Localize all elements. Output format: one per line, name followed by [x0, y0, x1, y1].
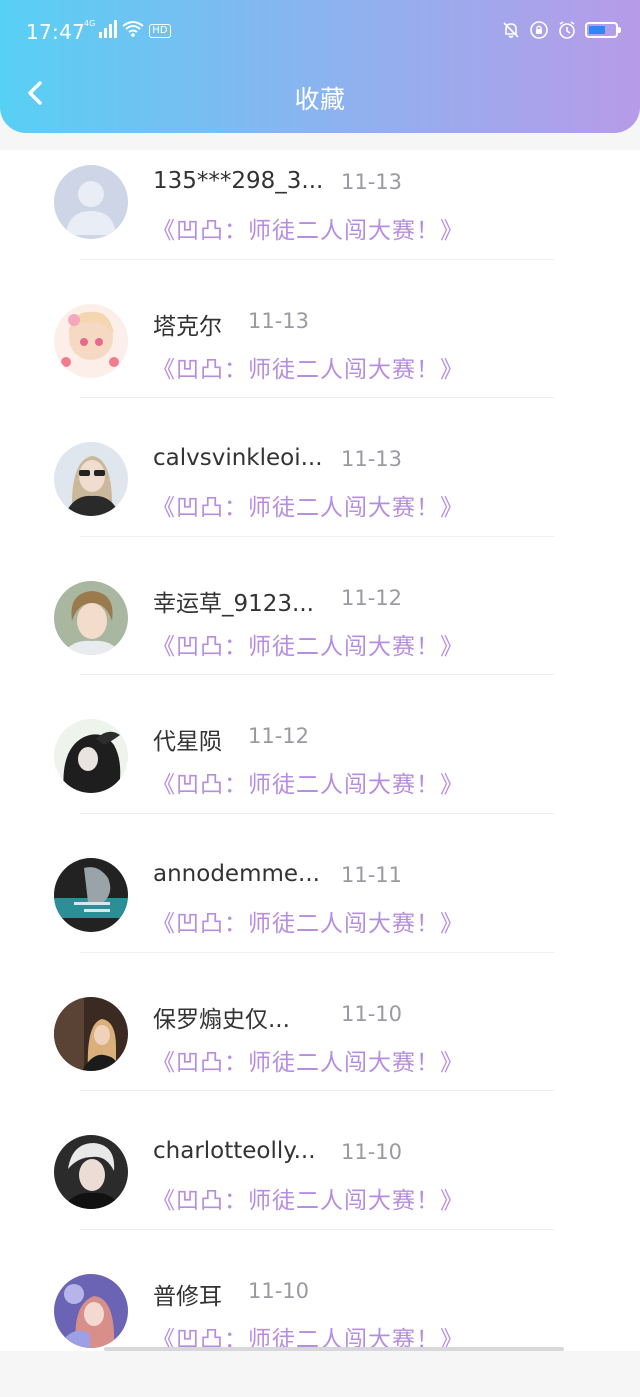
book-title: 《凹凸：师徒二人闯大赛！》: [152, 1188, 464, 1215]
list-item[interactable]: 保罗煽史仅... 11-10 《凹凸：师徒二人闯大赛！》: [0, 982, 640, 1121]
signal-icon: [99, 20, 118, 38]
avatar: [54, 996, 128, 1071]
network-indicator: 4G HD: [84, 20, 171, 38]
teal-anime-avatar-icon: [54, 857, 128, 932]
wifi-icon: [122, 21, 144, 37]
page-title: 收藏: [294, 85, 346, 114]
avatar: [54, 442, 128, 517]
user-name: 幸运草_9123...: [153, 590, 314, 617]
portrait-avatar-icon: [54, 1135, 128, 1210]
dark-anime-avatar-icon: [54, 719, 128, 794]
status-icons: [501, 20, 621, 40]
muted-bell-icon: [503, 22, 519, 38]
book-title: 《凹凸：师徒二人闯大赛！》: [152, 218, 464, 244]
avatar: [54, 1135, 128, 1210]
date-label: 11-12: [341, 585, 403, 610]
status-bar: 17:47 4G HD: [0, 0, 640, 64]
divider: [80, 535, 554, 537]
avatar: [54, 580, 128, 655]
list-item[interactable]: 幸运草_9123... 11-12 《凹凸：师徒二人闯大赛！》: [0, 566, 640, 705]
divider: [80, 397, 554, 399]
date-label: 11-13: [248, 308, 310, 333]
date-label: 11-10: [341, 1001, 403, 1026]
list-item[interactable]: annodemme... 11-11 《凹凸：师徒二人闯大赛！》: [0, 843, 640, 982]
list-item[interactable]: 塔克尔 11-13 《凹凸：师徒二人闯大赛！》: [0, 289, 640, 428]
purple-anime-avatar-icon: [54, 1273, 128, 1348]
divider: [80, 674, 554, 676]
young-man-avatar-icon: [54, 580, 128, 655]
user-name: 保罗煽史仅...: [153, 1006, 290, 1033]
divider: [80, 812, 554, 814]
user-name: 普修耳: [153, 1283, 222, 1310]
book-title: 《凹凸：师徒二人闯大赛！》: [152, 633, 464, 660]
lock-rotation-icon: [530, 21, 548, 39]
user-name: 代星陨: [153, 729, 222, 756]
avatar: [54, 857, 128, 932]
book-title: 《凹凸：师徒二人闯大赛！》: [152, 772, 464, 799]
user-name: charlotteolly...: [153, 1138, 316, 1165]
hd-badge: HD: [149, 24, 171, 38]
header-bar: 17:47 4G HD 收藏: [0, 0, 640, 133]
alarm-icon: [559, 21, 575, 39]
status-time: 17:47: [26, 20, 86, 44]
date-label: 11-10: [341, 1140, 403, 1165]
battery-icon: [585, 22, 621, 38]
book-title: 《凹凸：师徒二人闯大赛！》: [152, 495, 464, 522]
default-avatar-icon: [54, 165, 128, 239]
date-label: 11-11: [341, 862, 403, 887]
cafe-girl-avatar-icon: [54, 996, 128, 1071]
network-type: 4G: [84, 19, 96, 28]
date-label: 11-12: [248, 724, 310, 749]
date-label: 11-13: [341, 170, 403, 194]
anime-girl-avatar-icon: [54, 303, 128, 378]
user-name: 135***298_3...: [153, 168, 324, 194]
list-item[interactable]: 代星陨 11-12 《凹凸：师徒二人闯大赛！》: [0, 704, 640, 843]
divider: [80, 258, 554, 260]
date-label: 11-10: [248, 1278, 310, 1303]
list-item[interactable]: calvsvinkleoi... 11-13 《凹凸：师徒二人闯大赛！》: [0, 427, 640, 566]
user-name: 塔克尔: [153, 313, 222, 340]
book-title: 《凹凸：师徒二人闯大赛！》: [152, 1049, 464, 1076]
sunglasses-avatar-icon: [54, 442, 128, 517]
divider: [80, 951, 554, 953]
list-item[interactable]: 普修耳 11-10 《凹凸：师徒二人闯大赛！》: [0, 1259, 640, 1397]
divider: [80, 1228, 554, 1230]
list-item[interactable]: 135***298_3... 11-13 《凹凸：师徒二人闯大赛！》: [0, 150, 640, 289]
date-label: 11-13: [341, 447, 403, 472]
avatar: [54, 165, 128, 239]
avatar: [54, 719, 128, 794]
user-name: calvsvinkleoi...: [153, 445, 323, 472]
user-name: annodemme...: [153, 860, 320, 887]
divider: [80, 1090, 554, 1092]
avatar: [54, 303, 128, 378]
favorites-list: 135***298_3... 11-13 《凹凸：师徒二人闯大赛！》 塔克尔 1…: [0, 150, 640, 1353]
scrollbar[interactable]: [104, 1347, 564, 1351]
book-title: 《凹凸：师徒二人闯大赛！》: [152, 356, 464, 383]
list-item[interactable]: charlotteolly... 11-10 《凹凸：师徒二人闯大赛！》: [0, 1120, 640, 1259]
avatar: [54, 1273, 128, 1348]
book-title: 《凹凸：师徒二人闯大赛！》: [152, 910, 464, 937]
